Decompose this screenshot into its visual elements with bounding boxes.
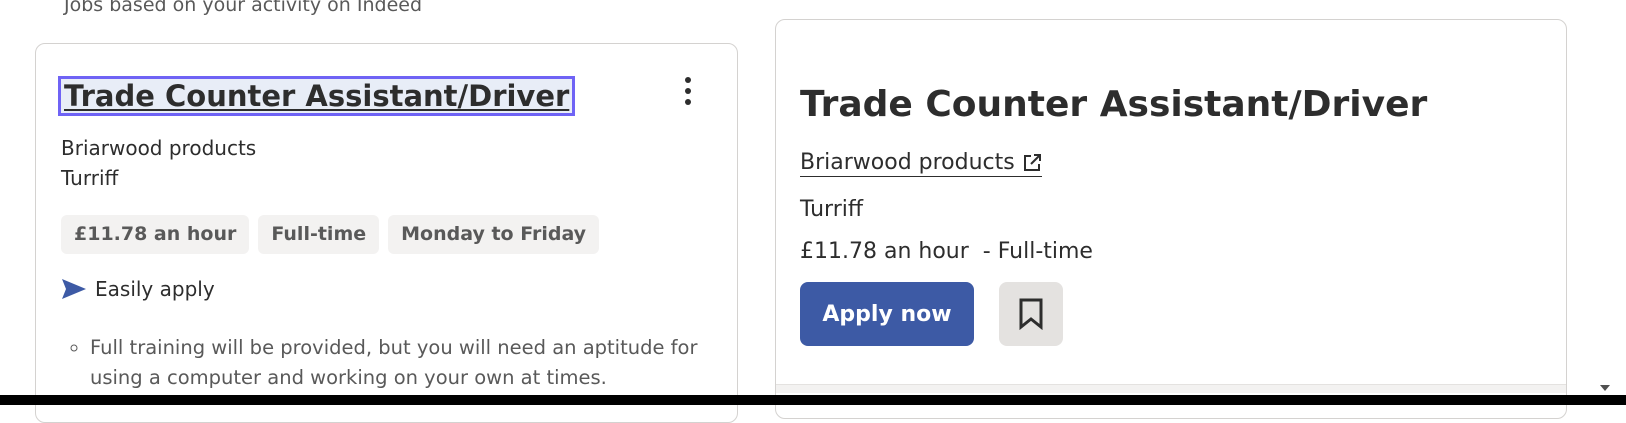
external-link-icon bbox=[1023, 153, 1041, 171]
job-title-link[interactable]: Trade Counter Assistant/Driver bbox=[57, 76, 576, 116]
salary-tag: £11.78 an hour bbox=[61, 215, 250, 254]
job-type-tag: Full-time bbox=[258, 215, 380, 254]
job-snippet: Full training will be provided, but you … bbox=[66, 333, 730, 393]
page-scrollbar[interactable] bbox=[1592, 0, 1608, 395]
detail-salary-type: £11.78 an hour - Full-time bbox=[800, 239, 1093, 264]
job-detail-panel: Trade Counter Assistant/Driver Briarwood… bbox=[775, 19, 1567, 419]
save-job-button[interactable] bbox=[999, 282, 1063, 346]
panel-divider bbox=[776, 384, 1566, 393]
scroll-down-arrow-icon[interactable] bbox=[1600, 385, 1610, 391]
send-icon bbox=[62, 279, 86, 299]
easily-apply-indicator: Easily apply bbox=[61, 277, 215, 301]
window-bottom-edge bbox=[0, 395, 1626, 405]
job-location: Turriff bbox=[61, 166, 119, 190]
snippet-item: Full training will be provided, but you … bbox=[90, 333, 730, 393]
section-caption: Jobs based on your activity on Indeed bbox=[64, 0, 423, 16]
kebab-menu-icon[interactable] bbox=[674, 74, 702, 108]
detail-job-title: Trade Counter Assistant/Driver bbox=[800, 84, 1428, 125]
company-name: Briarwood products bbox=[61, 136, 257, 160]
apply-now-button[interactable]: Apply now bbox=[800, 282, 974, 346]
schedule-tag: Monday to Friday bbox=[388, 215, 600, 254]
bookmark-icon bbox=[1019, 298, 1043, 330]
detail-location: Turriff bbox=[800, 197, 864, 222]
easily-apply-label: Easily apply bbox=[95, 277, 215, 301]
job-card[interactable]: Trade Counter Assistant/Driver Briarwood… bbox=[35, 43, 738, 423]
job-tags: £11.78 an hour Full-time Monday to Frida… bbox=[61, 215, 600, 254]
detail-company-link[interactable]: Briarwood products bbox=[800, 150, 1042, 177]
detail-company-name: Briarwood products bbox=[800, 150, 1015, 175]
